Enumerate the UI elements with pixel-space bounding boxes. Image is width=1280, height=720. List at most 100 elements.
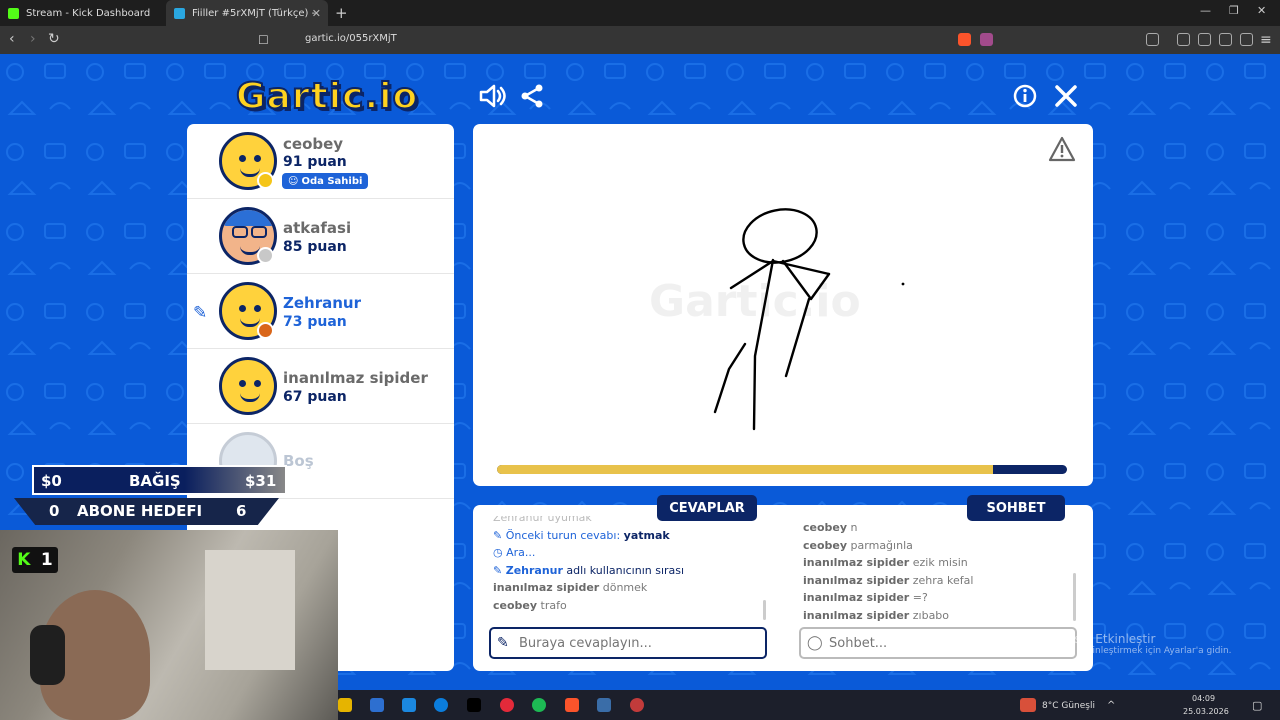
brave-rewards-icon[interactable]: [980, 33, 993, 46]
menu-icon[interactable]: ≡: [1260, 32, 1272, 48]
faded-answer: Zehranur uyumak: [493, 516, 592, 524]
tab-kick-dashboard[interactable]: Stream - Kick Dashboard: [0, 0, 166, 26]
notification-icon[interactable]: ▢: [1252, 699, 1262, 712]
spotify-icon[interactable]: [532, 698, 546, 712]
file-explorer-icon[interactable]: [338, 698, 352, 712]
share-icon[interactable]: [520, 84, 544, 112]
player-card-inanilmaz-sipider[interactable]: inanılmaz sipider 67 puan: [187, 349, 454, 424]
player-card-atkafasi[interactable]: atkafasi 85 puan: [187, 199, 454, 274]
tab-gartic[interactable]: Fiiller #5rXMjT (Türkçe) - Gartic.io ✕: [166, 0, 328, 26]
player-name: inanılmaz sipider: [283, 369, 428, 387]
previous-answer-line: ✎ Önceki turun cevabı: yatmak: [493, 528, 670, 542]
donation-label: BAĞIŞ: [129, 472, 181, 490]
back-icon[interactable]: ‹: [9, 31, 15, 47]
tab-chat[interactable]: SOHBET: [967, 495, 1065, 521]
answer-message: inanılmaz sipider dönmek: [493, 581, 648, 594]
chat-input[interactable]: [829, 635, 1049, 651]
searching-line: ◷ Ara...: [493, 546, 536, 559]
answers-chat-panel: CEVAPLAR SOHBET Zehranur uyumak ✎ Önceki…: [473, 495, 1093, 671]
player-name: atkafasi: [283, 219, 352, 237]
donation-current: $0: [41, 472, 62, 490]
sound-icon[interactable]: [478, 83, 506, 113]
answer-input-box[interactable]: ✎: [489, 627, 767, 659]
donation-target: $31: [245, 472, 277, 490]
chat-bubble-icon: ◯: [807, 635, 823, 651]
chat-message: ceobey n: [803, 521, 858, 534]
store-icon[interactable]: [370, 698, 384, 712]
turn-line: ✎ Zehranur adlı kullanıcının sırası: [493, 563, 685, 577]
new-tab-button[interactable]: +: [335, 4, 348, 22]
player-card-zehranur[interactable]: ✎ Zehranur 73 puan: [187, 274, 454, 349]
sub-goal-overlay: 0 ABONE HEDEFI 6: [14, 498, 279, 525]
player-name: ceobey: [283, 135, 344, 153]
vpn-icon[interactable]: [1240, 33, 1253, 46]
clock-date[interactable]: 25.03.2026: [1183, 707, 1229, 716]
bookmark-icon[interactable]: ☐: [258, 33, 269, 47]
close-tab-icon[interactable]: ✕: [312, 7, 321, 20]
sub-target: 6: [236, 502, 247, 520]
address-bar-row: ‹ › ↻ ☐ gartic.io/055rXMjT ≡: [0, 26, 1280, 54]
chat-scrollbar[interactable]: [1073, 573, 1076, 621]
player-name: Zehranur: [283, 294, 362, 312]
info-icon[interactable]: [1013, 84, 1037, 112]
kick-viewer-badge: K1: [12, 547, 58, 573]
answers-scrollbar[interactable]: [763, 600, 766, 620]
chat-list: ceobey n ceobey parmağınla inanılmaz sip…: [803, 519, 1073, 625]
brave-shield-icon[interactable]: [958, 33, 971, 46]
drawing-pencil-icon: ✎: [193, 303, 208, 323]
app-icon[interactable]: [500, 698, 514, 712]
player-points: 85 puan: [283, 239, 347, 255]
edge-icon[interactable]: [434, 698, 448, 712]
close-window-button[interactable]: ✕: [1257, 4, 1266, 17]
chat-message: inanılmaz sipider ezik misin: [803, 556, 968, 569]
wallet-icon[interactable]: [1198, 33, 1211, 46]
sub-label: ABONE HEDEFI: [77, 502, 203, 520]
brave-icon[interactable]: [565, 698, 579, 712]
url-field[interactable]: gartic.io/055rXMjT: [305, 33, 397, 44]
sub-current: 0: [49, 502, 60, 520]
minimize-button[interactable]: —: [1200, 4, 1211, 17]
player-name: Boş: [283, 452, 314, 470]
tab-title: Stream - Kick Dashboard: [26, 7, 151, 19]
answers-list: Zehranur uyumak ✎ Önceki turun cevabı: y…: [493, 516, 763, 624]
split-view-icon[interactable]: [1177, 33, 1190, 46]
report-warning-icon[interactable]: [1048, 136, 1076, 166]
leo-ai-icon[interactable]: [1219, 33, 1232, 46]
gartic-favicon-icon: [174, 7, 185, 19]
browser-tab-bar: Stream - Kick Dashboard Fiiller #5rXMjT …: [0, 0, 1280, 26]
forward-icon[interactable]: ›: [30, 31, 36, 47]
restore-button[interactable]: ❐: [1229, 4, 1239, 17]
owner-badge: ☺ Oda Sahibi: [282, 173, 369, 189]
round-timer-bar: [497, 465, 1067, 474]
weather-text[interactable]: 8°C Güneşli: [1042, 701, 1095, 711]
status-dot: [257, 172, 274, 189]
weather-icon[interactable]: [1020, 698, 1036, 712]
player-card-ceobey[interactable]: ceobey 91 puan ☺ Oda Sahibi: [187, 124, 454, 199]
donation-goal-overlay: $0 BAĞIŞ $31: [32, 465, 287, 495]
drawing-canvas[interactable]: Gartic.io: [473, 124, 1093, 486]
player-avatar: [219, 357, 277, 415]
clock-time[interactable]: 04:09: [1192, 694, 1215, 703]
sidebar-icon[interactable]: [1146, 33, 1159, 46]
stick-figure-drawing: [713, 208, 905, 431]
tab-title: Fiiller #5rXMjT (Türkçe) - Gartic.io: [192, 7, 317, 19]
obs-icon[interactable]: [630, 698, 644, 712]
pencil-icon: ✎: [497, 635, 509, 651]
gartic-logo: Gartic.io: [235, 75, 419, 118]
kick-favicon-icon: [8, 7, 19, 19]
reload-icon[interactable]: ↻: [48, 31, 60, 47]
answer-input[interactable]: [519, 635, 739, 651]
player-points: 73 puan: [283, 314, 347, 330]
round-timer-fill: [497, 465, 993, 474]
clock-icon: ◷: [493, 546, 503, 559]
close-game-icon[interactable]: [1054, 84, 1078, 112]
chat-message: inanılmaz sipider zehra kefal: [803, 573, 974, 587]
pencil-icon: ✎: [493, 528, 503, 542]
tiktok-icon[interactable]: [467, 698, 481, 712]
tray-chevron-icon[interactable]: ^: [1107, 700, 1115, 711]
pencil-icon: ✎: [493, 563, 503, 577]
status-dot: [257, 322, 274, 339]
status-dot: [257, 247, 274, 264]
mail-icon[interactable]: [402, 698, 416, 712]
steam-icon[interactable]: [597, 698, 611, 712]
